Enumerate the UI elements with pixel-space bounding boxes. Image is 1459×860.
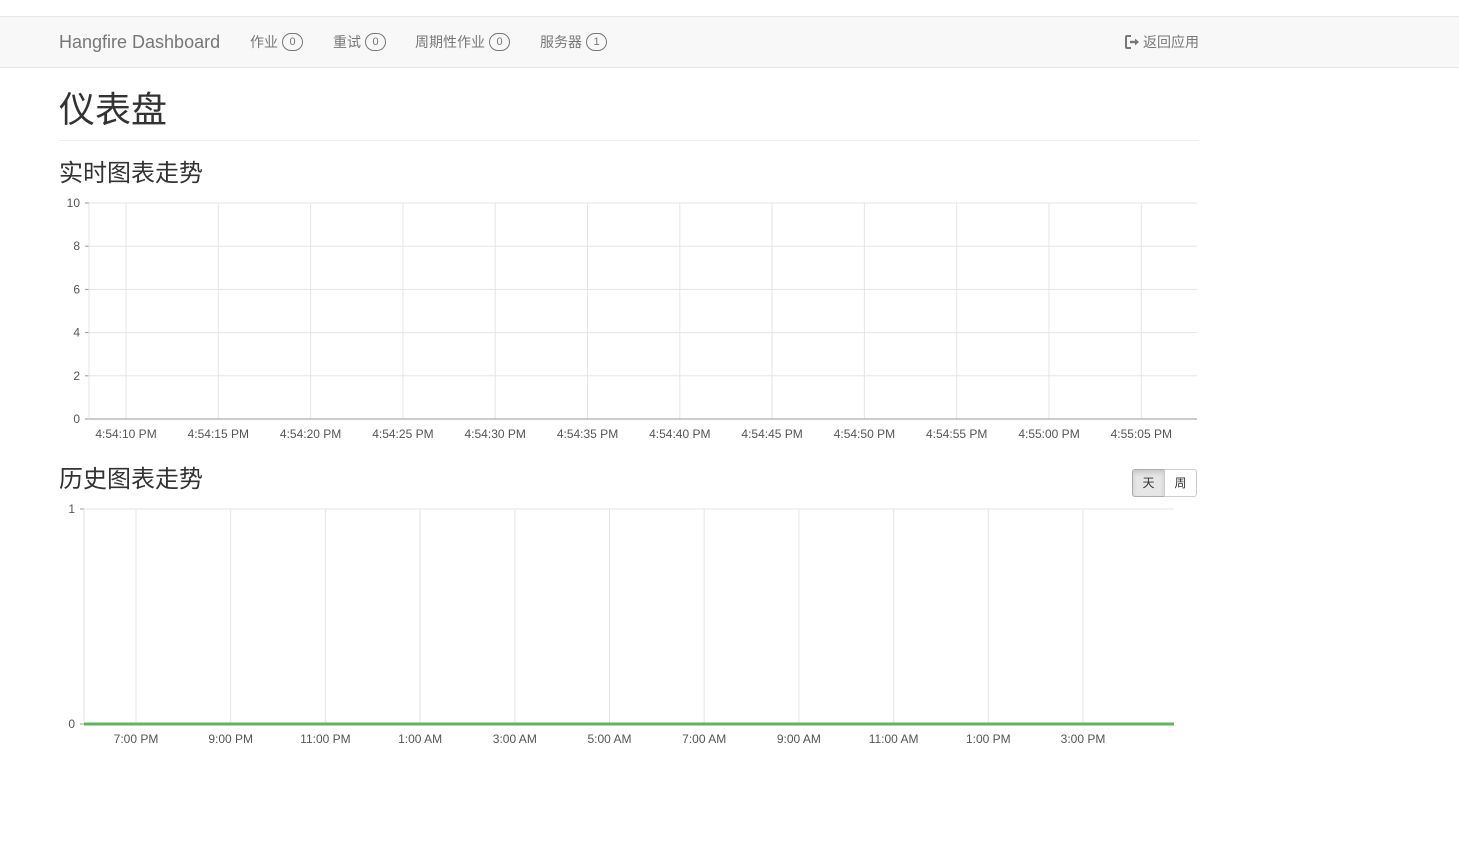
- sign-out-icon: [1125, 35, 1139, 49]
- y-tick-label: 10: [67, 196, 81, 210]
- x-tick-label: 4:54:45 PM: [741, 427, 802, 441]
- x-tick-label: 4:54:30 PM: [465, 427, 526, 441]
- realtime-chart-title: 实时图表走势: [59, 160, 203, 187]
- x-tick-label: 9:00 PM: [208, 732, 253, 746]
- x-tick-label: 3:00 PM: [1061, 732, 1106, 746]
- retries-count-badge: 0: [365, 33, 386, 51]
- nav-item-recurring-jobs[interactable]: 周期性作业 0: [415, 33, 510, 51]
- x-tick-label: 9:00 AM: [777, 732, 821, 746]
- nav-item-label: 服务器: [540, 34, 582, 50]
- x-tick-label: 1:00 PM: [966, 732, 1011, 746]
- x-tick-label: 4:54:20 PM: [280, 427, 341, 441]
- navbar: Hangfire Dashboard 作业 0 重试 0 周期性作业 0 服务器…: [0, 16, 1459, 68]
- page-title: 仪表盘: [59, 89, 168, 130]
- history-chart: 0 1 7:00 PM 9:00 PM 11:00 PM 1:00 AM 3:00 AM 5:…: [68, 502, 1174, 746]
- x-tick-label: 11:00 PM: [300, 732, 350, 746]
- x-tick-label: 4:54:55 PM: [926, 427, 987, 441]
- x-tick-label: 4:54:50 PM: [834, 427, 895, 441]
- recurring-count-badge: 0: [489, 33, 510, 51]
- brand-link[interactable]: Hangfire Dashboard: [59, 31, 220, 53]
- nav-item-retries[interactable]: 重试 0: [333, 33, 386, 51]
- y-tick-label: 1: [68, 502, 75, 516]
- y-tick-label: 2: [73, 369, 80, 383]
- nav-item-label: 重试: [333, 34, 361, 50]
- y-tick-label: 4: [73, 326, 80, 340]
- x-tick-label: 5:00 AM: [587, 732, 631, 746]
- x-tick-label: 4:54:25 PM: [372, 427, 433, 441]
- y-tick-label: 6: [73, 282, 80, 296]
- y-tick-label: 8: [73, 239, 80, 253]
- title-divider: [59, 140, 1199, 141]
- nav-item-jobs[interactable]: 作业 0: [250, 33, 303, 51]
- back-to-app-link[interactable]: 返回应用: [1125, 33, 1199, 51]
- x-tick-label: 4:54:15 PM: [188, 427, 249, 441]
- week-button[interactable]: 周: [1164, 469, 1197, 497]
- y-tick-label: 0: [68, 717, 75, 731]
- history-range-toggle: 天 周: [1132, 469, 1197, 497]
- servers-count-badge: 1: [586, 33, 607, 51]
- x-tick-label: 3:00 AM: [493, 732, 537, 746]
- day-button[interactable]: 天: [1132, 469, 1165, 497]
- nav-item-servers[interactable]: 服务器 1: [540, 33, 607, 51]
- x-tick-label: 7:00 PM: [114, 732, 159, 746]
- x-tick-label: 11:00 AM: [869, 732, 919, 746]
- x-tick-label: 1:00 AM: [398, 732, 442, 746]
- x-tick-label: 4:54:35 PM: [557, 427, 618, 441]
- x-tick-label: 4:54:40 PM: [649, 427, 710, 441]
- x-tick-label: 4:54:10 PM: [95, 427, 156, 441]
- nav-item-label: 作业: [250, 34, 278, 50]
- x-tick-label: 7:00 AM: [682, 732, 726, 746]
- history-chart-title: 历史图表走势: [59, 466, 203, 493]
- realtime-chart: 0 2 4 6 8 10 4:54:10 PM 4:54:15 PM 4:54:20 PM 4:5…: [67, 196, 1197, 441]
- x-tick-label: 4:55:00 PM: [1018, 427, 1079, 441]
- nav-item-label: 周期性作业: [415, 34, 485, 50]
- back-to-app-label: 返回应用: [1143, 34, 1199, 50]
- x-tick-label: 4:55:05 PM: [1111, 427, 1172, 441]
- jobs-count-badge: 0: [282, 33, 303, 51]
- y-tick-label: 0: [73, 412, 80, 426]
